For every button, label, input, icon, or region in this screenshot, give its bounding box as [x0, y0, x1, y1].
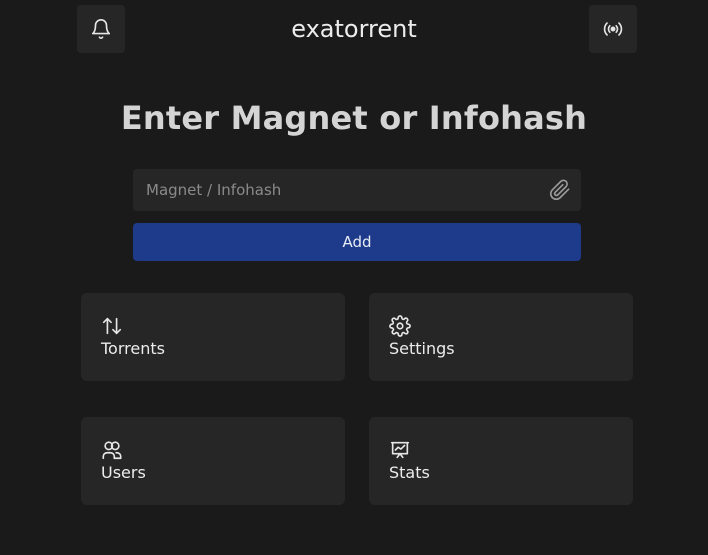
- broadcast-icon: [603, 22, 623, 36]
- card-label-users: Users: [101, 463, 146, 482]
- magnet-input-container: [133, 169, 581, 211]
- card-label-stats: Stats: [389, 463, 430, 482]
- users-icon: [102, 441, 122, 460]
- card-users[interactable]: Users: [81, 417, 345, 505]
- card-torrents[interactable]: Torrents: [81, 293, 345, 381]
- card-label-settings: Settings: [389, 339, 455, 358]
- add-button[interactable]: Add: [133, 223, 581, 261]
- card-stats[interactable]: Stats: [369, 417, 633, 505]
- card-settings[interactable]: Settings: [369, 293, 633, 381]
- app-page: exatorrent Enter Magnet or Infohash Add …: [0, 0, 708, 555]
- card-label-torrents: Torrents: [101, 339, 165, 358]
- connection-status-button[interactable]: [589, 5, 637, 53]
- gear-icon: [389, 315, 411, 337]
- arrows-up-down-icon: [102, 317, 122, 335]
- magnet-input[interactable]: [133, 169, 543, 211]
- chart-presentation-icon: [390, 441, 410, 459]
- page-heading: Enter Magnet or Infohash: [120, 99, 588, 137]
- paperclip-icon[interactable]: [549, 179, 571, 201]
